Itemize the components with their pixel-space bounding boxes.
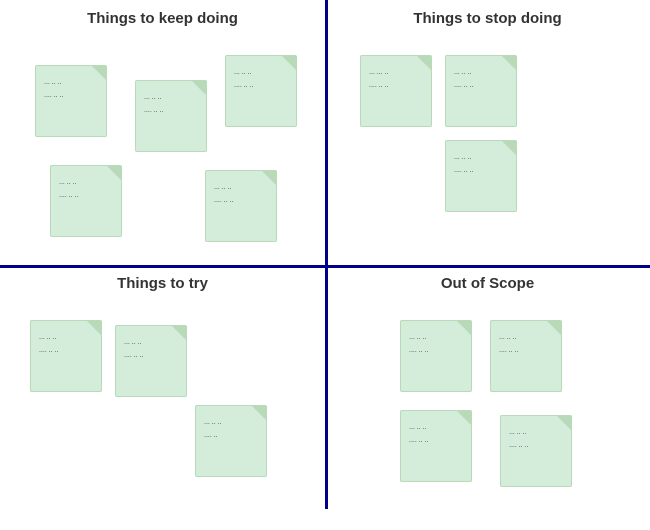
note[interactable]: ... .. .. .... .. .. <box>30 320 102 392</box>
quadrant-keep-doing: Things to keep doing ... .. .. .... .. .… <box>0 0 325 265</box>
note[interactable]: ... .. .. .... .. <box>195 405 267 477</box>
note[interactable]: ... .. .. .... .. .. <box>205 170 277 242</box>
quadrant-title-stop: Things to stop doing <box>325 0 650 32</box>
quadrant-things-to-try: Things to try ... .. .. .... .. .. ... .… <box>0 265 325 530</box>
note[interactable]: ... .. .. .... .. .. <box>50 165 122 237</box>
note[interactable]: ... ... .. .... .. .. <box>360 55 432 127</box>
note[interactable]: ... .. .. .... .. .. <box>225 55 297 127</box>
retrospective-board: Things to keep doing ... .. .. .... .. .… <box>0 0 650 509</box>
note[interactable]: ... .. .. .... .. .. <box>135 80 207 152</box>
note[interactable]: ... .. .. .... .. .. <box>445 140 517 212</box>
quadrant-stop-doing: Things to stop doing ... ... .. .... .. … <box>325 0 650 265</box>
note[interactable]: ... .. .. .... .. .. <box>115 325 187 397</box>
quadrant-title-try: Things to try <box>0 265 325 297</box>
quadrant-out-of-scope: Out of Scope ... .. .. .... .. .. ... ..… <box>325 265 650 530</box>
note[interactable]: ... .. .. .... .. .. <box>500 415 572 487</box>
note[interactable]: ... .. .. .... .. .. <box>35 65 107 137</box>
note[interactable]: ... .. .. .... .. .. <box>400 320 472 392</box>
quadrant-title-scope: Out of Scope <box>325 265 650 297</box>
note[interactable]: ... .. .. .... .. .. <box>400 410 472 482</box>
vertical-divider <box>325 0 328 509</box>
note[interactable]: ... .. .. .... .. .. <box>490 320 562 392</box>
note[interactable]: ... .. .. .... .. .. <box>445 55 517 127</box>
quadrant-title-keep: Things to keep doing <box>0 0 325 32</box>
